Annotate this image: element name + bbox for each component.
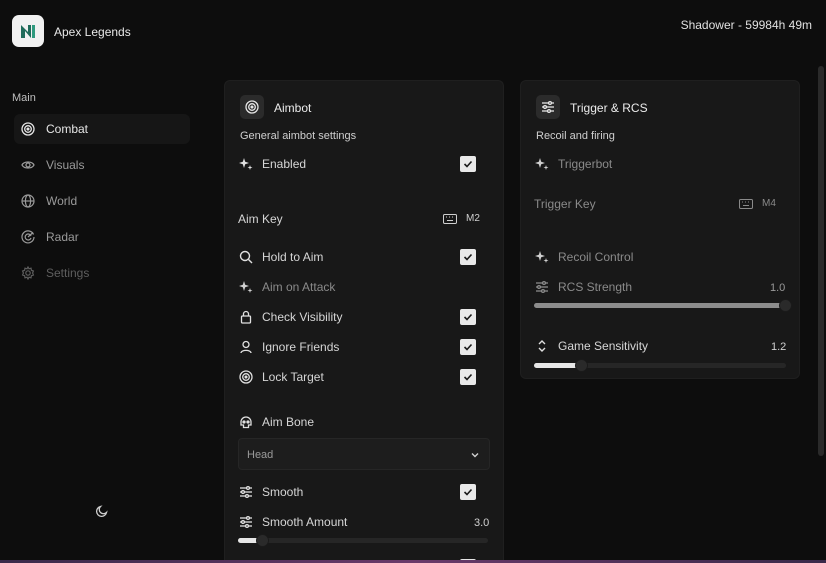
sliders-icon <box>535 280 549 294</box>
check-visibility-label: Check Visibility <box>262 310 343 324</box>
sidebar-item-label: Combat <box>46 122 89 136</box>
theme-toggle-moon-icon[interactable] <box>93 502 111 520</box>
sidebar-item-combat[interactable]: Combat <box>14 114 190 144</box>
rcs-strength-label: RCS Strength <box>558 280 633 294</box>
aim-key-value: M2 <box>466 213 480 224</box>
aim-bone-label: Aim Bone <box>262 415 315 429</box>
sidebar-item-visuals[interactable]: Visuals <box>14 150 190 180</box>
smooth-amount-value: 3.0 <box>474 517 490 529</box>
trigger-rcs-card <box>520 80 800 379</box>
gear-icon <box>20 265 36 281</box>
menu-logo-icon <box>12 15 44 47</box>
globe-icon <box>20 193 36 209</box>
aimbot-title: Aimbot <box>274 101 312 115</box>
user-info: Shadower - 59984h 49m <box>680 18 812 32</box>
keyboard-icon <box>443 213 457 224</box>
rcs-strength-row: RCS Strength <box>535 280 632 294</box>
lock-target-row: Lock Target <box>239 370 324 384</box>
triggerbot-label: Triggerbot <box>558 157 613 171</box>
rcs-strength-value: 1.0 <box>770 282 786 294</box>
aim-bone-select[interactable]: Head <box>238 438 490 470</box>
rcs-strength-slider[interactable] <box>534 299 792 312</box>
sidebar-heading: Main <box>12 92 36 104</box>
ignore-friends-row: Ignore Friends <box>239 340 339 354</box>
sparkles-icon <box>535 157 549 171</box>
app-window: Apex Legends Shadower - 59984h 49m Main … <box>0 0 826 563</box>
target-icon <box>20 121 36 137</box>
ignore-friends-checkbox[interactable] <box>460 339 476 355</box>
radar-icon <box>20 229 36 245</box>
hold-to-aim-checkbox[interactable] <box>460 249 476 265</box>
game-sensitivity-label: Game Sensitivity <box>558 339 649 353</box>
user-icon <box>239 340 253 354</box>
aim-on-attack-row: Aim on Attack <box>239 280 335 294</box>
slider-thumb[interactable] <box>256 534 269 547</box>
smooth-amount-label: Smooth Amount <box>262 515 348 529</box>
target-icon <box>239 370 253 384</box>
sidebar-item-label: Visuals <box>46 158 85 172</box>
sidebar-item-label: World <box>46 194 78 208</box>
smooth-amount-row: Smooth Amount <box>239 515 347 529</box>
sidebar-item-label: Settings <box>46 266 90 280</box>
chevron-down-icon <box>470 449 480 463</box>
lock-target-checkbox[interactable] <box>460 369 476 385</box>
smooth-label: Smooth <box>262 485 304 499</box>
enabled-checkbox[interactable] <box>460 156 476 172</box>
lock-target-label: Lock Target <box>262 370 324 384</box>
smooth-checkbox[interactable] <box>460 484 476 500</box>
aimbot-target-icon <box>240 95 264 119</box>
check-visibility-checkbox[interactable] <box>460 309 476 325</box>
smooth-amount-slider[interactable] <box>238 534 488 547</box>
slider-thumb[interactable] <box>574 359 588 372</box>
sliders-icon <box>239 515 253 529</box>
enabled-row: Enabled <box>239 157 306 171</box>
check-visibility-row: Check Visibility <box>239 310 342 324</box>
aim-bone-value: Head <box>247 449 274 461</box>
sidebar-item-label: Radar <box>46 230 79 244</box>
trigger-title: Trigger & RCS <box>570 101 648 115</box>
sparkles-icon <box>239 280 253 294</box>
trigger-sliders-icon <box>536 95 560 119</box>
hold-to-aim-row: Hold to Aim <box>239 250 323 264</box>
smooth-row: Smooth <box>239 485 303 499</box>
aim-bone-row: Aim Bone <box>239 415 314 429</box>
sparkles-icon <box>535 250 549 264</box>
triggerbot-row: Triggerbot <box>535 157 612 171</box>
search-icon <box>239 250 253 264</box>
trigger-key-label: Trigger Key <box>534 197 596 211</box>
skull-icon <box>239 415 253 429</box>
aimbot-subtitle: General aimbot settings <box>240 130 357 142</box>
slider-thumb[interactable] <box>779 299 792 312</box>
lock-icon <box>239 310 253 324</box>
trigger-subtitle: Recoil and firing <box>536 130 615 142</box>
eye-icon <box>20 157 36 173</box>
slider-fill <box>534 303 786 308</box>
aim-key-row: Aim Key <box>238 212 283 226</box>
keyboard-icon <box>739 198 753 209</box>
trigger-key-value: M4 <box>762 198 776 209</box>
enabled-label: Enabled <box>262 157 307 171</box>
sidebar-item-settings[interactable]: Settings <box>14 258 190 288</box>
page-scrollbar[interactable] <box>818 66 824 456</box>
game-sensitivity-row: Game Sensitivity <box>535 339 648 353</box>
trigger-key-row: Trigger Key <box>534 197 596 211</box>
aim-key-label: Aim Key <box>238 212 283 226</box>
trigger-key-bind[interactable]: M4 <box>739 198 776 209</box>
hold-to-aim-label: Hold to Aim <box>262 250 324 264</box>
aim-key-bind[interactable]: M2 <box>443 213 480 224</box>
recoil-control-row: Recoil Control <box>535 250 633 264</box>
game-sensitivity-slider[interactable] <box>534 359 786 372</box>
ignore-friends-label: Ignore Friends <box>262 340 340 354</box>
game-sensitivity-value: 1.2 <box>771 341 787 353</box>
sparkles-icon <box>239 157 253 171</box>
chevrons-up-down-icon <box>535 339 549 353</box>
sidebar-item-world[interactable]: World <box>14 186 190 216</box>
sliders-icon <box>239 485 253 499</box>
app-title: Apex Legends <box>54 25 131 39</box>
sidebar-item-radar[interactable]: Radar <box>14 222 190 252</box>
aim-on-attack-label: Aim on Attack <box>262 280 336 294</box>
recoil-control-label: Recoil Control <box>558 250 634 264</box>
